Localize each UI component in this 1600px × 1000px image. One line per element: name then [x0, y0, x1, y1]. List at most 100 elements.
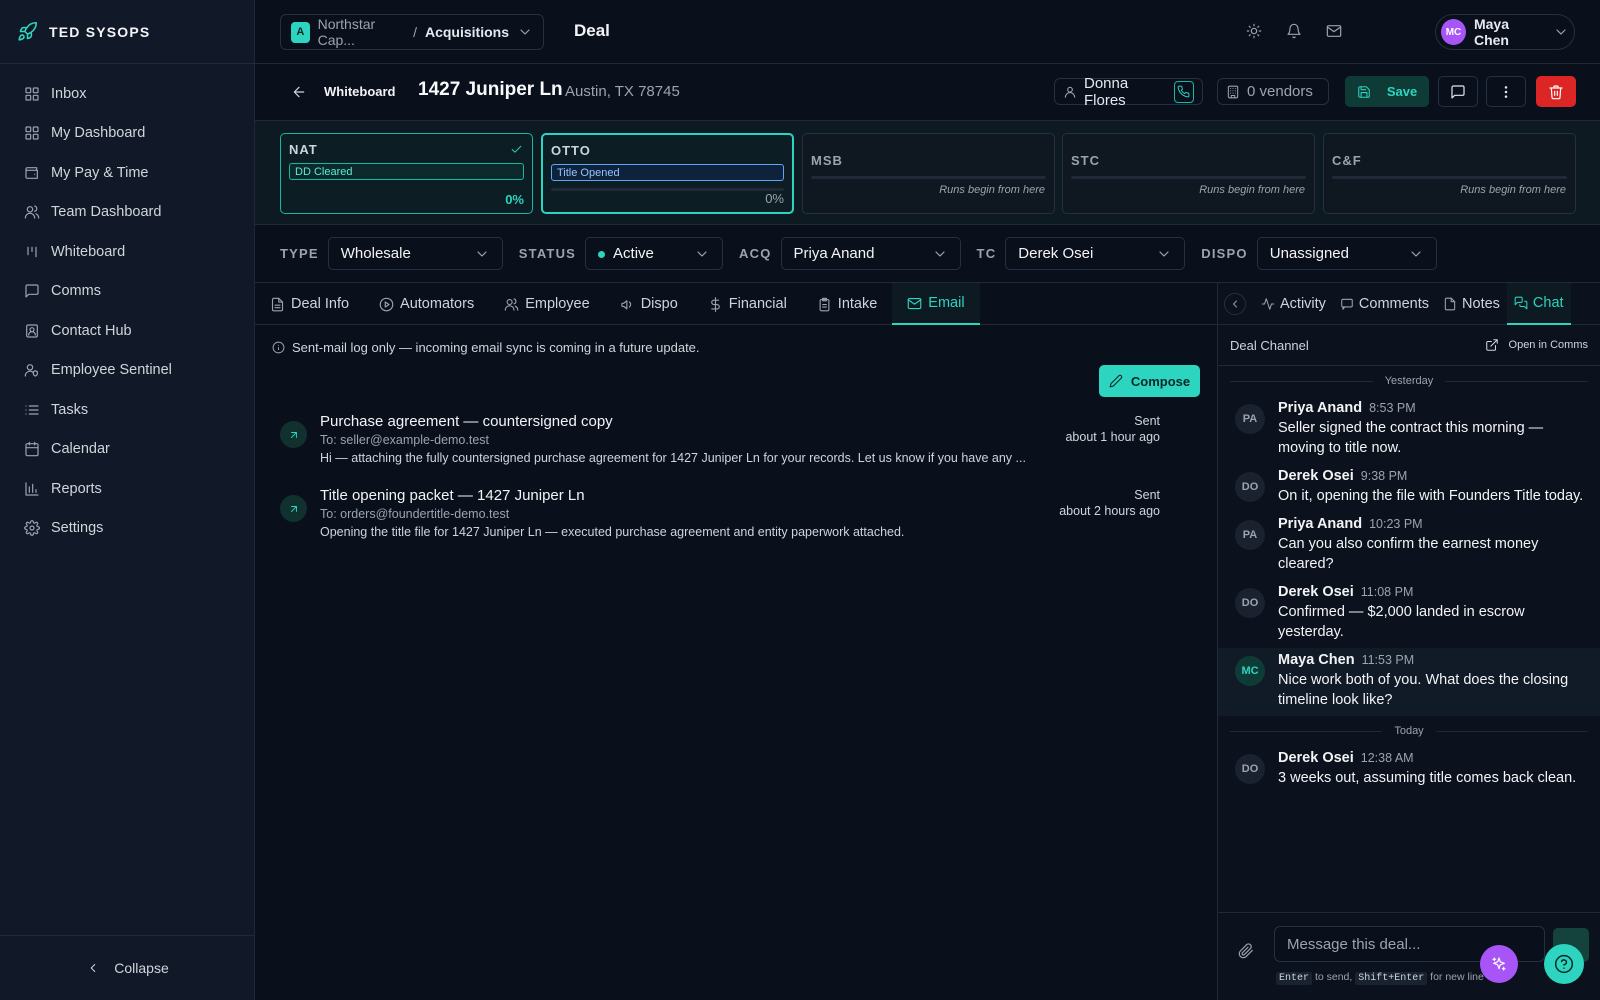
compose-button[interactable]: Compose: [1099, 365, 1200, 397]
sidebar-item-label: Employee Sentinel: [51, 362, 172, 379]
tab-intake[interactable]: Intake: [802, 283, 893, 325]
sidebar-item-contact-hub[interactable]: Contact Hub: [0, 311, 254, 351]
workspace-name: Acquisitions: [424, 24, 509, 40]
mail-icon[interactable]: [1326, 23, 1342, 39]
right-panel-tabs: Activity Comments Notes Chat: [1218, 282, 1600, 325]
stage-card-stc[interactable]: STC Runs begin from here: [1062, 133, 1315, 214]
sidebar-item-team-dashboard[interactable]: Team Dashboard: [0, 193, 254, 233]
sidebar-item-whiteboard[interactable]: Whiteboard: [0, 232, 254, 272]
stage-card-nat[interactable]: NAT DD Cleared 0%: [280, 133, 533, 214]
status-select[interactable]: Active: [585, 237, 724, 270]
more-button[interactable]: [1486, 76, 1526, 107]
bell-icon[interactable]: [1286, 23, 1302, 39]
dispo-select[interactable]: Unassigned: [1256, 237, 1437, 270]
acq-select[interactable]: Priya Anand: [780, 237, 961, 270]
brand-name: TED SYSOPS: [49, 23, 151, 40]
message-time: 11:08 PM: [1360, 585, 1414, 599]
tab-notes[interactable]: Notes: [1436, 283, 1507, 325]
check-icon: [510, 143, 523, 156]
message-author: Derek Osei: [1278, 468, 1354, 484]
vendors-pill[interactable]: 0 vendors: [1217, 78, 1329, 105]
message-time: 11:53 PM: [1361, 653, 1415, 667]
avatar: MC: [1441, 19, 1466, 45]
open-in-comms-link[interactable]: Open in Comms: [1485, 338, 1588, 352]
tab-activity[interactable]: Activity: [1254, 283, 1333, 325]
tab-automators[interactable]: Automators: [364, 283, 489, 325]
ai-assistant-button[interactable]: [1480, 945, 1518, 983]
email-recipient: To: orders@foundertitle-demo.test: [320, 507, 510, 521]
channel-header: Deal Channel Open in Comms: [1218, 325, 1600, 366]
sidebar-item-my-pay-time[interactable]: My Pay & Time: [0, 153, 254, 193]
type-select[interactable]: Wholesale: [327, 237, 503, 270]
sidebar-item-settings[interactable]: Settings: [0, 509, 254, 549]
sidebar-item-tasks[interactable]: Tasks: [0, 390, 254, 430]
dollar-icon: [708, 296, 723, 312]
tab-deal-info[interactable]: Deal Info: [255, 283, 364, 325]
stage-card-otto[interactable]: OTTO Title Opened 0%: [541, 133, 794, 214]
stage-card-msb[interactable]: MSB Runs begin from here: [802, 133, 1055, 214]
activity-icon: [1261, 297, 1275, 311]
stage-card-cf[interactable]: C&F Runs begin from here: [1323, 133, 1576, 214]
email-snippet: Hi — attaching the fully countersigned p…: [320, 451, 1026, 465]
message-author: Priya Anand: [1278, 400, 1363, 416]
collapse-button[interactable]: Collapse: [0, 935, 255, 1000]
stage-note: Runs begin from here: [1460, 184, 1566, 196]
sidebar-item-comms[interactable]: Comms: [0, 272, 254, 312]
email-item[interactable]: Title opening packet — 1427 Juniper Ln T…: [280, 487, 1160, 549]
tc-value: Derek Osei: [1018, 245, 1094, 262]
paperclip-icon[interactable]: [1238, 943, 1254, 959]
message-author: Derek Osei: [1278, 750, 1354, 766]
chat-icon: [1514, 296, 1528, 310]
chevron-left-icon[interactable]: [1224, 292, 1246, 315]
tab-chat[interactable]: Chat: [1506, 282, 1571, 325]
sent-arrow-icon: [280, 495, 307, 522]
owner-pill[interactable]: Donna Flores: [1054, 75, 1203, 109]
sidebar-nav: Inbox My Dashboard My Pay & Time Team Da…: [0, 64, 254, 548]
tab-dispo[interactable]: Dispo: [605, 283, 693, 325]
stage-name: C&F: [1332, 153, 1362, 168]
delete-button[interactable]: [1536, 76, 1576, 107]
save-button[interactable]: Save: [1345, 76, 1429, 107]
sidebar-item-calendar[interactable]: Calendar: [0, 430, 254, 470]
hint-key-enter: Enter: [1276, 972, 1313, 985]
stage-name: STC: [1071, 153, 1100, 168]
stage-badge: DD Cleared: [289, 163, 524, 180]
wallet-icon: [24, 165, 40, 181]
back-link[interactable]: Whiteboard: [324, 84, 396, 99]
tab-comments[interactable]: Comments: [1333, 283, 1436, 325]
sidebar-item-inbox[interactable]: Inbox: [0, 74, 254, 114]
arrow-left-icon[interactable]: [291, 84, 307, 100]
sidebar-item-my-dashboard[interactable]: My Dashboard: [0, 114, 254, 154]
message-time: 12:38 AM: [1360, 751, 1414, 765]
help-button[interactable]: [1544, 944, 1584, 984]
sidebar-item-employee-sentinel[interactable]: Employee Sentinel: [0, 351, 254, 391]
right-panel: Activity Comments Notes Chat Deal Channe…: [1217, 282, 1600, 1000]
dispo-value: Unassigned: [1269, 245, 1349, 262]
message-icon: [24, 283, 40, 299]
calendar-icon: [24, 441, 40, 457]
comment-button[interactable]: [1438, 76, 1478, 107]
avatar: DO: [1235, 754, 1265, 784]
tab-financial[interactable]: Financial: [693, 283, 802, 325]
brand[interactable]: TED SYSOPS: [0, 0, 254, 64]
chat-message: DO Derek Osei 11:08 PM Confirmed — $2,000…: [1218, 580, 1600, 648]
email-item[interactable]: Purchase agreement — countersigned copy …: [280, 413, 1160, 475]
tab-label: Email: [928, 295, 965, 311]
email-subject: Purchase agreement — countersigned copy: [320, 413, 613, 430]
stage-progress-bar: [1071, 176, 1306, 179]
tab-email[interactable]: Email: [892, 283, 980, 325]
acq-label: ACQ: [739, 246, 772, 261]
sidebar-item-reports[interactable]: Reports: [0, 469, 254, 509]
phone-icon[interactable]: [1173, 80, 1194, 103]
tc-select[interactable]: Derek Osei: [1005, 237, 1186, 270]
sidebar-item-label: Reports: [51, 480, 102, 497]
user-menu[interactable]: MC Maya Chen: [1435, 14, 1575, 50]
tab-employee[interactable]: Employee: [489, 283, 604, 325]
tab-label: Financial: [728, 296, 787, 312]
sun-icon[interactable]: [1246, 23, 1262, 39]
stage-note: Runs begin from here: [939, 184, 1045, 196]
stage-progress-bar: [811, 176, 1046, 179]
workspace-switcher[interactable]: A Northstar Cap... / Acquisitions: [280, 14, 544, 50]
sidebar-item-label: Tasks: [51, 401, 89, 418]
channel-name: Deal Channel: [1230, 337, 1309, 353]
